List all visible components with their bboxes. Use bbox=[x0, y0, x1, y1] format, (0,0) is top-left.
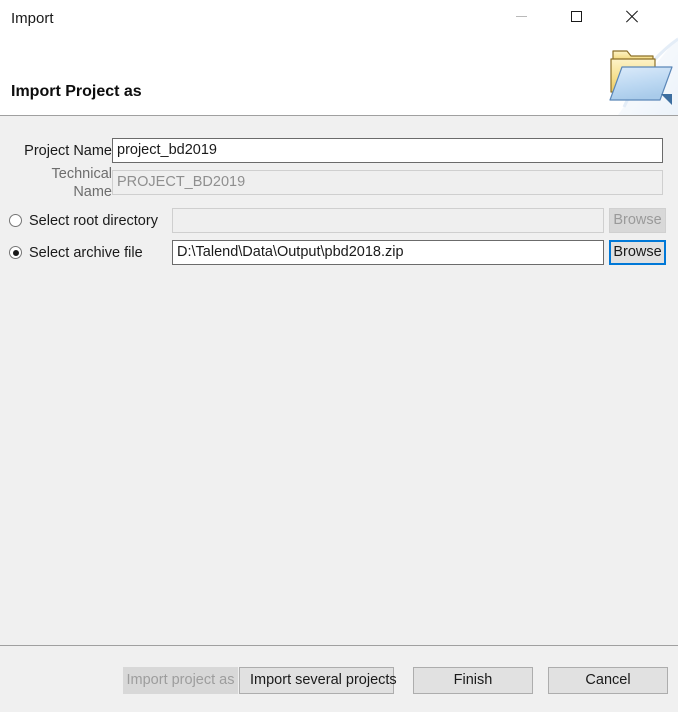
radio-icon-root-directory bbox=[9, 214, 22, 227]
radio-label-root-directory: Select root directory bbox=[29, 212, 158, 229]
technical-name-row: Technical Name PROJECT_BD2019 bbox=[0, 166, 678, 200]
technical-name-input: PROJECT_BD2019 bbox=[112, 170, 663, 195]
page-title: Import Project as bbox=[11, 83, 142, 100]
import-several-projects-button[interactable]: Import several projects bbox=[239, 667, 397, 694]
minimize-button[interactable] bbox=[498, 0, 544, 32]
close-icon bbox=[625, 10, 638, 23]
radio-icon-archive-file bbox=[9, 246, 22, 259]
maximize-icon bbox=[570, 10, 582, 22]
import-project-as-button: Import project as bbox=[123, 667, 238, 694]
browse-root-directory-button: Browse bbox=[609, 208, 666, 233]
footer-button-group: Import project as Import several project… bbox=[123, 667, 668, 694]
close-button[interactable] bbox=[608, 0, 654, 32]
cancel-button[interactable]: Cancel bbox=[548, 667, 668, 694]
title-bar: Import bbox=[0, 0, 678, 37]
project-name-input[interactable]: project_bd2019 bbox=[112, 138, 663, 163]
radio-select-root-directory[interactable]: Select root directory bbox=[9, 212, 167, 230]
root-directory-row: Select root directory Browse bbox=[0, 207, 678, 234]
finish-button[interactable]: Finish bbox=[413, 667, 533, 694]
dialog-header: Import Project as Enter a new project na… bbox=[0, 37, 678, 133]
maximize-button[interactable] bbox=[553, 0, 599, 32]
minimize-icon bbox=[515, 15, 527, 17]
dialog-footer: Import project as Import several project… bbox=[0, 645, 678, 712]
import-folder-icon bbox=[600, 37, 678, 115]
radio-select-archive-file[interactable]: Select archive file bbox=[9, 244, 167, 262]
import-project-dialog: Import Import Project as Enter a new pro… bbox=[0, 0, 678, 712]
radio-label-archive-file: Select archive file bbox=[29, 244, 143, 261]
technical-name-label: Technical Name bbox=[51, 165, 112, 200]
project-name-label: Project Name bbox=[24, 142, 112, 159]
browse-archive-file-button[interactable]: Browse bbox=[609, 240, 666, 265]
archive-file-row: Select archive file D:\Talend\Data\Outpu… bbox=[0, 239, 678, 266]
window-title: Import bbox=[11, 10, 54, 27]
archive-file-input[interactable]: D:\Talend\Data\Output\pbd2018.zip bbox=[172, 240, 604, 265]
dialog-body: Project Name project_bd2019 Technical Na… bbox=[0, 116, 678, 645]
project-name-row: Project Name project_bd2019 bbox=[0, 137, 678, 164]
root-directory-input bbox=[172, 208, 604, 233]
